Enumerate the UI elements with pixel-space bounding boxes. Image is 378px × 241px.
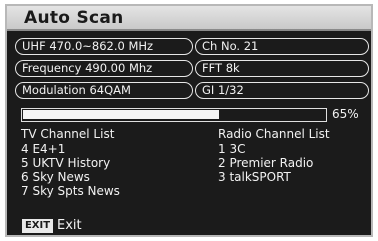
radio-channel-item: 1 3C: [218, 142, 246, 156]
modulation-field: Modulation 64QAM: [15, 82, 193, 99]
scan-progress-bar: [21, 108, 327, 122]
channel-number-field: Ch No. 21: [195, 38, 369, 55]
radio-channel-item: 2 Premier Radio: [218, 156, 314, 170]
exit-label: Exit: [57, 218, 82, 233]
tv-channel-list-header: TV Channel List: [21, 127, 115, 141]
fft-mode-field: FFT 8k: [195, 60, 369, 77]
title-bar: Auto Scan: [7, 6, 371, 31]
tv-channel-item: 6 Sky News: [21, 170, 90, 184]
scan-progress-fill: [23, 110, 219, 119]
scan-progress-percent: 65%: [332, 107, 359, 121]
auto-scan-screen: Auto Scan UHF 470.0~862.0 MHz Frequency …: [0, 0, 378, 241]
tv-channel-item: 7 Sky Spts News: [21, 184, 120, 198]
radio-channel-item: 3 talkSPORT: [218, 170, 291, 184]
tv-channel-item: 4 E4+1: [21, 142, 66, 156]
exit-key-badge[interactable]: EXIT: [22, 219, 53, 233]
radio-channel-list-header: Radio Channel List: [218, 127, 330, 141]
radio-channel-list: 1 3C 2 Premier Radio 3 talkSPORT: [218, 142, 313, 184]
guard-interval-field: GI 1/32: [195, 82, 369, 99]
tv-channel-list: 4 E4+1 5 UKTV History 6 Sky News 7 Sky S…: [21, 142, 120, 198]
frequency-field: Frequency 490.00 Mhz: [15, 60, 193, 77]
tv-channel-item: 5 UKTV History: [21, 156, 111, 170]
page-title: Auto Scan: [24, 8, 124, 28]
band-range-field: UHF 470.0~862.0 MHz: [15, 38, 193, 55]
